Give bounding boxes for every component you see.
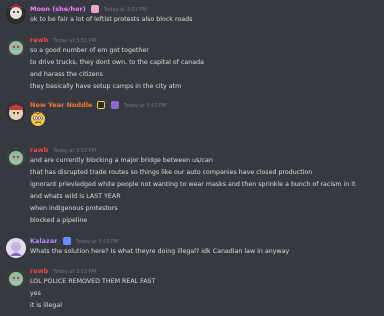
avatar[interactable]: [6, 148, 26, 168]
username[interactable]: New Year Noddle: [30, 101, 92, 109]
message-header: New Year Noddle Today at 3:52 PM: [30, 101, 166, 111]
message-text: and harass the citizens: [30, 71, 103, 78]
message-text: and whats wild is LAST YEAR: [30, 193, 121, 200]
message-text: yes: [30, 290, 41, 297]
role-emoji-icon: [90, 5, 99, 13]
timestamp: Today at 3:51 PM: [53, 38, 97, 44]
message-text: Whats the solution here? Is what theyre …: [30, 248, 290, 255]
timestamp: Today at 3:53 PM: [75, 239, 119, 245]
avatar[interactable]: [6, 238, 26, 258]
role-emoji-icon: [62, 237, 71, 245]
username[interactable]: rawb: [30, 146, 48, 154]
message-text: ignorant prievledged white people not wa…: [30, 181, 356, 188]
timestamp: Today at 3:53 PM: [53, 269, 97, 275]
message-header: Moon (she/her) Today at 3:51 PM: [30, 5, 147, 15]
username[interactable]: rawb: [30, 267, 48, 275]
avatar[interactable]: [6, 269, 26, 289]
message-text: and are currently blocking a major bridg…: [30, 157, 213, 164]
role-emoji-icon: [110, 101, 119, 109]
message-text: ok to be fair a lot of leftist protests …: [30, 16, 193, 23]
message-text: they basically have setup camps in the c…: [30, 83, 182, 90]
message-text: when indigenous protestors: [30, 205, 118, 212]
avatar[interactable]: [6, 38, 26, 58]
message-text: it is illegal: [30, 302, 62, 309]
message-header: Kalazar Today at 3:53 PM: [30, 237, 118, 247]
custom-emoji-icon: [30, 111, 46, 127]
message-text: that has disrupted trade routes so thing…: [30, 169, 313, 176]
timestamp: Today at 3:52 PM: [123, 103, 167, 109]
message-header: rawb Today at 3:53 PM: [30, 267, 96, 277]
message-header: rawb Today at 3:51 PM: [30, 36, 96, 46]
message-text: LOL POLICE REMOVED THEM REAL FAST: [30, 278, 156, 285]
message-text: to drive trucks, they dont own, to the c…: [30, 59, 204, 66]
username[interactable]: Kalazar: [30, 237, 57, 245]
message-text: blocked a pipeline: [30, 217, 88, 224]
message-text: so a good number of em got together: [30, 47, 149, 54]
username[interactable]: Moon (she/her): [30, 5, 86, 13]
username[interactable]: rawb: [30, 36, 48, 44]
avatar[interactable]: [6, 102, 26, 122]
timestamp: Today at 3:51 PM: [103, 7, 147, 13]
message-header: rawb Today at 3:52 PM: [30, 146, 96, 156]
timestamp: Today at 3:52 PM: [53, 148, 97, 154]
role-emoji-icon: [97, 101, 106, 109]
avatar[interactable]: [6, 4, 26, 24]
